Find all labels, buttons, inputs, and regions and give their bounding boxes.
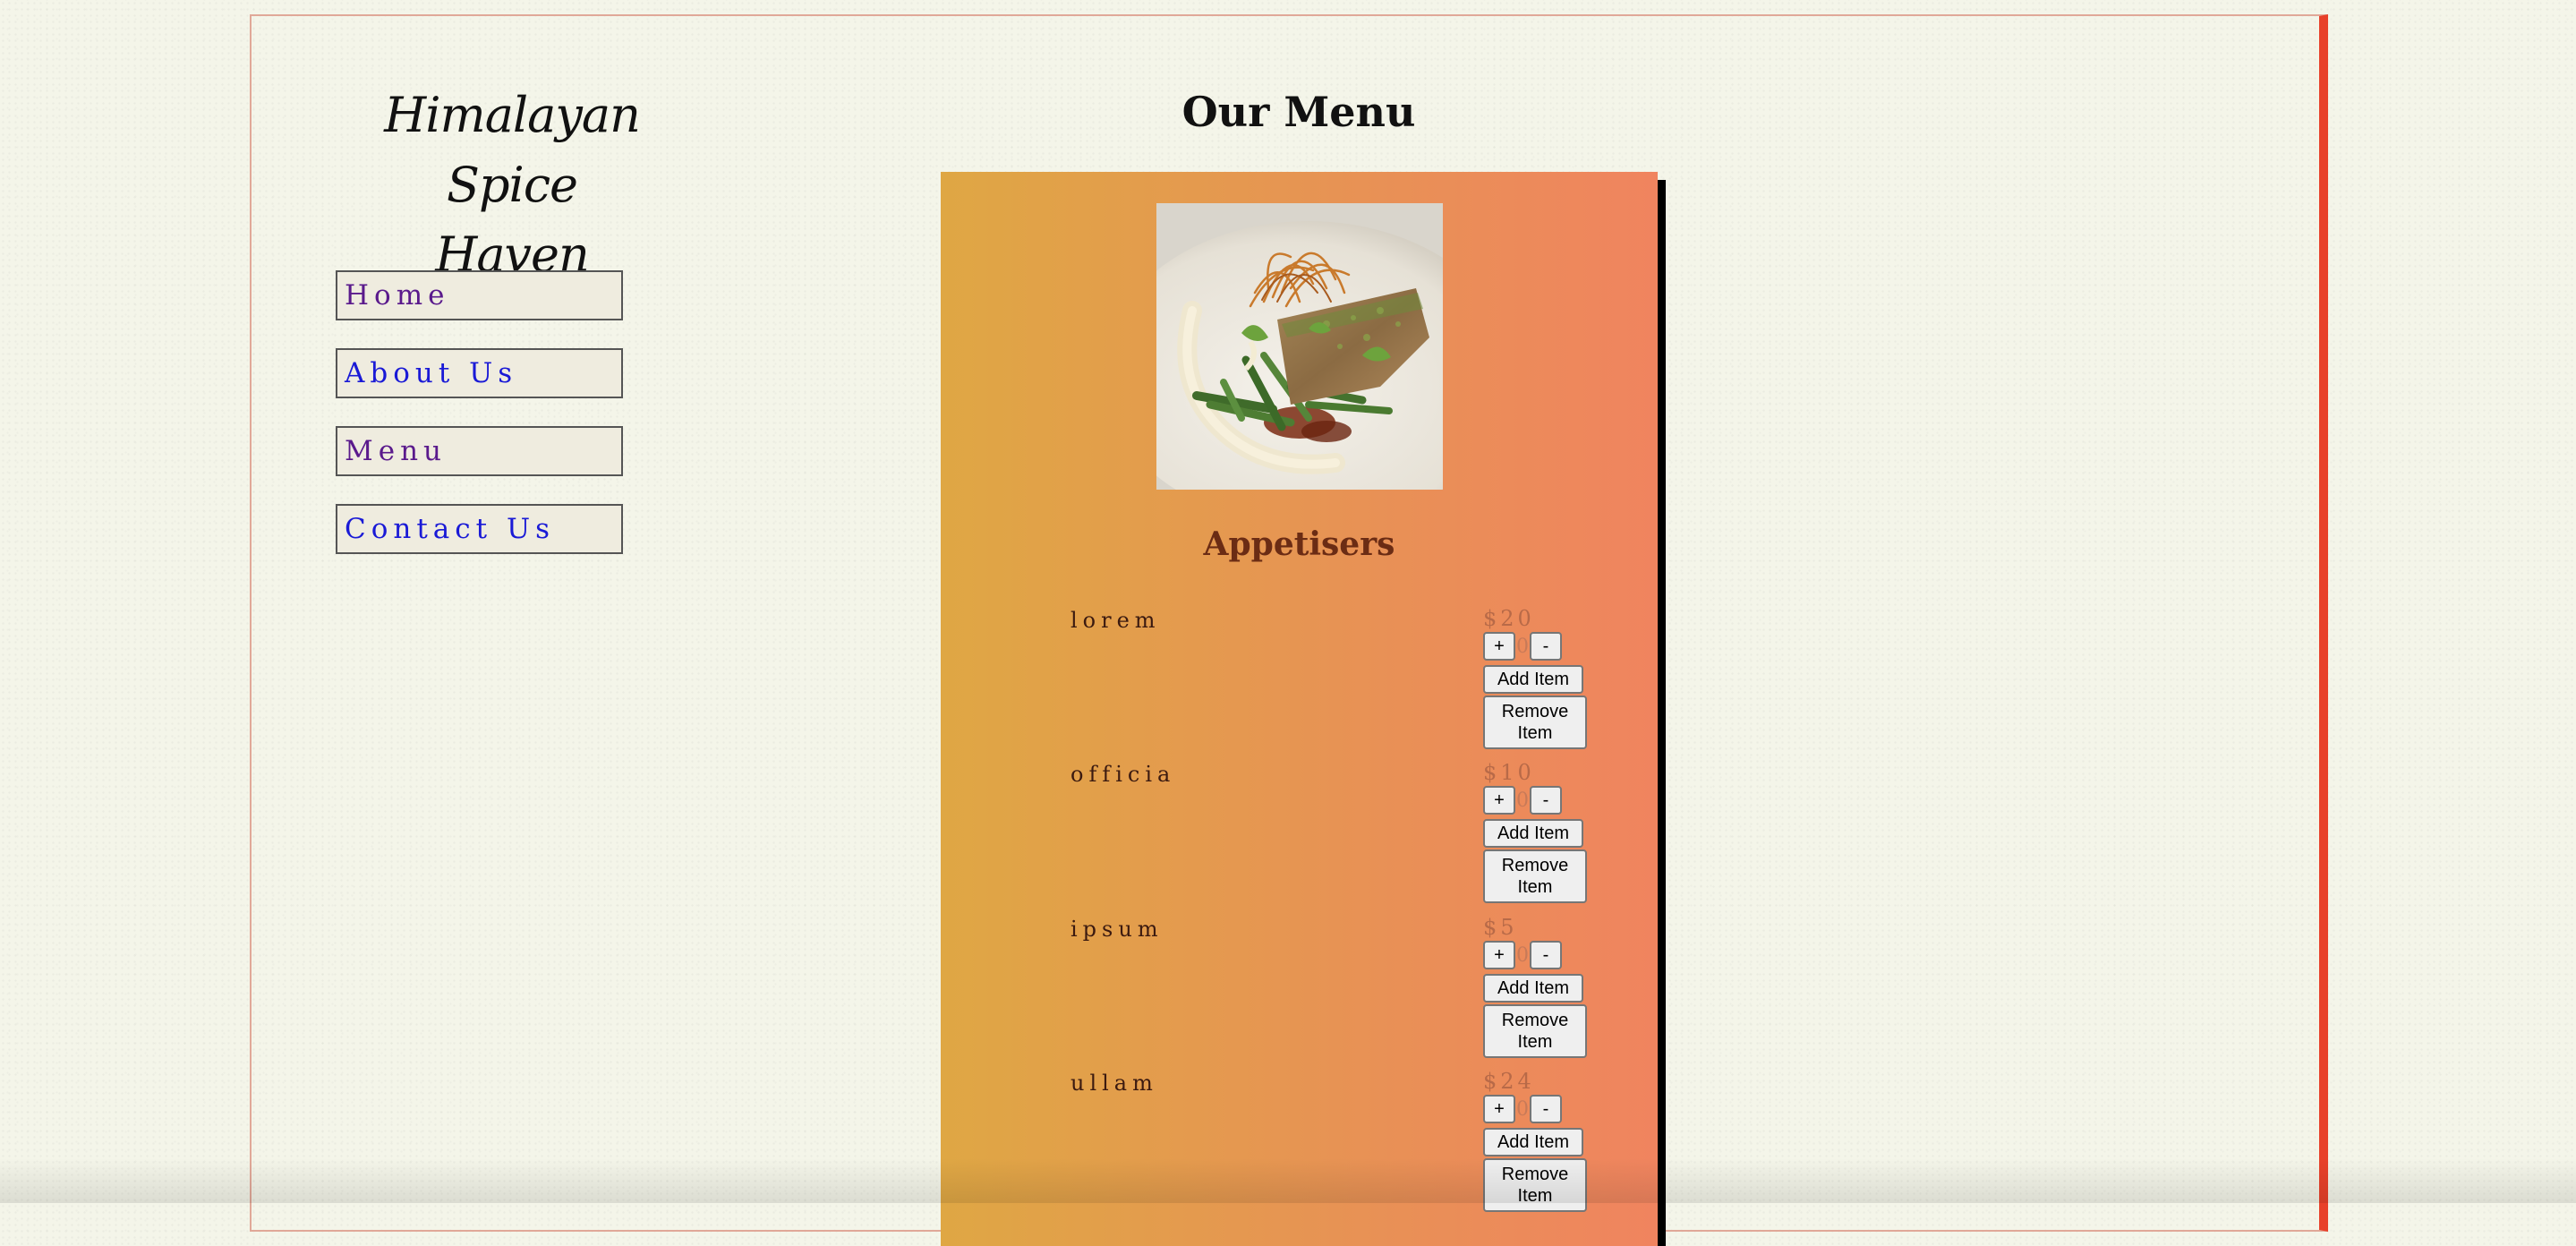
menu-card: Appetisers lorem $20 + 0 - Add Item Remo…: [941, 172, 1658, 1246]
quantity-stepper: + 0 -: [1483, 1094, 1599, 1124]
item-controls: $24 + 0 - Add Item Remove Item: [1483, 1071, 1599, 1212]
nav-item-label[interactable]: Menu: [345, 435, 447, 467]
site-title-line1: Himalayan Spice: [384, 87, 641, 213]
add-item-button[interactable]: Add Item: [1483, 974, 1583, 1003]
item-name: ipsum: [1070, 917, 1164, 942]
remove-item-button[interactable]: Remove Item: [1483, 1004, 1587, 1058]
section-title-appetisers: Appetisers: [1203, 525, 1395, 563]
increment-button[interactable]: +: [1483, 941, 1515, 969]
item-controls: $5 + 0 - Add Item Remove Item: [1483, 917, 1599, 1058]
menu-item: lorem $20 + 0 - Add Item Remove Item: [941, 608, 1658, 762]
nav-item-menu[interactable]: Menu: [336, 426, 623, 476]
menu-item: officia $10 + 0 - Add Item Remove Item: [941, 762, 1658, 916]
item-controls: $10 + 0 - Add Item Remove Item: [1483, 762, 1599, 903]
item-price: $20: [1483, 606, 1535, 631]
quantity-value: 0: [1516, 789, 1529, 812]
decrement-button[interactable]: -: [1530, 941, 1562, 969]
quantity-stepper: + 0 -: [1483, 940, 1599, 970]
menu-item: ullam $24 + 0 - Add Item Remove Item: [941, 1071, 1658, 1225]
item-name: lorem: [1070, 608, 1161, 633]
remove-item-button[interactable]: Remove Item: [1483, 696, 1587, 749]
quantity-stepper: + 0 -: [1483, 785, 1599, 815]
menu-heading: Our Menu: [1181, 88, 1416, 136]
nav-item-label[interactable]: About Us: [345, 357, 517, 389]
quantity-value: 0: [1516, 635, 1529, 658]
main-nav: Home About Us Menu Contact Us: [336, 270, 623, 582]
nav-item-label[interactable]: Home: [345, 279, 449, 312]
decrement-button[interactable]: -: [1530, 786, 1562, 815]
nav-item-home[interactable]: Home: [336, 270, 623, 320]
menu-item: ipsum $5 + 0 - Add Item Remove Item: [941, 917, 1658, 1071]
item-name: ullam: [1070, 1071, 1158, 1096]
nav-item-about-us[interactable]: About Us: [336, 348, 623, 398]
increment-button[interactable]: +: [1483, 786, 1515, 815]
increment-button[interactable]: +: [1483, 1095, 1515, 1123]
item-price: $10: [1483, 760, 1535, 785]
add-item-button[interactable]: Add Item: [1483, 665, 1583, 694]
decrement-button[interactable]: -: [1530, 632, 1562, 661]
item-controls: $20 + 0 - Add Item Remove Item: [1483, 608, 1599, 749]
remove-item-button[interactable]: Remove Item: [1483, 849, 1587, 903]
item-name: officia: [1070, 762, 1176, 787]
site-title: Himalayan Spice Haven: [313, 81, 711, 290]
nav-item-contact-us[interactable]: Contact Us: [336, 504, 623, 554]
dish-photo-illustration: [1156, 203, 1443, 490]
add-item-button[interactable]: Add Item: [1483, 819, 1583, 848]
item-price: $5: [1483, 915, 1518, 940]
nav-item-label[interactable]: Contact Us: [345, 513, 555, 545]
quantity-value: 0: [1516, 1097, 1529, 1121]
decrement-button[interactable]: -: [1530, 1095, 1562, 1123]
add-item-button[interactable]: Add Item: [1483, 1128, 1583, 1156]
increment-button[interactable]: +: [1483, 632, 1515, 661]
quantity-value: 0: [1516, 943, 1529, 967]
dish-image: [1156, 203, 1443, 490]
quantity-stepper: + 0 -: [1483, 631, 1599, 661]
item-price: $24: [1483, 1069, 1535, 1094]
remove-item-button[interactable]: Remove Item: [1483, 1158, 1587, 1212]
